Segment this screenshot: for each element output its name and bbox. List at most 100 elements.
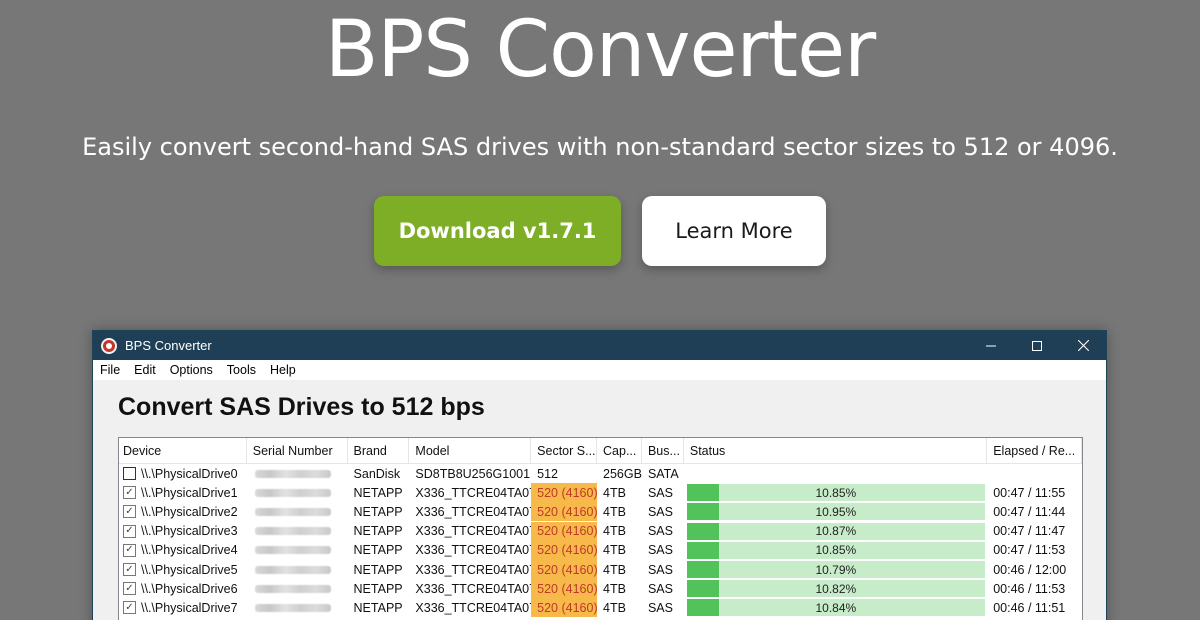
device-name: \\.\PhysicalDrive1 bbox=[141, 485, 238, 500]
device-name: \\.\PhysicalDrive4 bbox=[141, 543, 238, 558]
sector-cell: 520 (4160) bbox=[531, 540, 598, 560]
table-row[interactable]: ✓ \\.\PhysicalDrive4 NETAPP X336_TTCRE04TA0… bbox=[119, 540, 1082, 560]
status-cell: 10.82% bbox=[684, 579, 987, 598]
brand-cell: NETAPP bbox=[353, 524, 403, 539]
menu-bar: File Edit Options Tools Help bbox=[93, 360, 1106, 380]
device-cell: ✓ \\.\PhysicalDrive1 bbox=[119, 483, 247, 502]
sector-size-warning: 520 (4160) bbox=[531, 579, 598, 599]
table-row[interactable]: ✓ \\.\PhysicalDrive6 NETAPP X336_TTCRE04TA0… bbox=[119, 579, 1082, 599]
column-header-model[interactable]: Model bbox=[409, 438, 532, 464]
menu-file[interactable]: File bbox=[100, 363, 120, 377]
sector-size-warning: 520 (4160) bbox=[531, 483, 598, 503]
drive-checkbox[interactable]: ✓ bbox=[123, 563, 136, 577]
redacted-serial bbox=[254, 507, 331, 516]
drive-checkbox[interactable]: ✓ bbox=[123, 505, 136, 519]
redacted-serial bbox=[254, 488, 331, 497]
brand-cell: NETAPP bbox=[353, 485, 403, 500]
menu-tools[interactable]: Tools bbox=[227, 363, 256, 377]
sector-size-warning: 520 (4160) bbox=[531, 521, 598, 541]
elapsed-cell: 00:46 / 11:53 bbox=[993, 581, 1066, 596]
drive-checkbox[interactable]: ✓ bbox=[123, 486, 136, 500]
capacity-cell: 4TB bbox=[603, 600, 626, 615]
bus-cell: SAS bbox=[647, 600, 673, 615]
sector-size-value: 512 bbox=[537, 466, 559, 481]
serial-cell bbox=[247, 483, 348, 502]
progress-bar: 10.85% bbox=[686, 484, 985, 502]
table-row[interactable]: ✓ \\.\PhysicalDrive2 NETAPP X336_TTCRE04TA0… bbox=[119, 502, 1082, 522]
window-titlebar[interactable]: BPS Converter bbox=[93, 331, 1106, 360]
redacted-serial bbox=[254, 527, 331, 536]
elapsed-cell: 00:46 / 11:51 bbox=[993, 600, 1066, 615]
minimize-icon[interactable] bbox=[968, 331, 1014, 360]
device-cell: \\.\PhysicalDrive0 bbox=[119, 464, 247, 483]
progress-bar: 10.95% bbox=[686, 503, 985, 521]
device-name: \\.\PhysicalDrive3 bbox=[141, 524, 238, 539]
column-header-elapsed[interactable]: Elapsed / Re... bbox=[987, 438, 1083, 464]
brand-cell: SanDisk bbox=[353, 466, 401, 481]
capacity-cell: 4TB bbox=[603, 543, 626, 558]
bus-cell: SATA bbox=[647, 466, 679, 481]
column-header-status[interactable]: Status bbox=[684, 438, 988, 464]
sector-cell: 520 (4160) bbox=[531, 598, 598, 618]
maximize-icon[interactable] bbox=[1014, 331, 1060, 360]
menu-options[interactable]: Options bbox=[170, 363, 213, 377]
status-cell: 10.95% bbox=[684, 502, 987, 521]
table-row[interactable]: ✓ \\.\PhysicalDrive7 NETAPP X336_TTCRE04TA0… bbox=[119, 598, 1082, 618]
column-header-device[interactable]: Device bbox=[119, 438, 247, 464]
bus-cell: SAS bbox=[647, 543, 673, 558]
capacity-cell: 256GB bbox=[603, 466, 642, 481]
brand-cell: NETAPP bbox=[353, 600, 403, 615]
device-cell: ✓ \\.\PhysicalDrive6 bbox=[119, 579, 247, 598]
column-header-capacity[interactable]: Cap... bbox=[597, 438, 642, 464]
elapsed-cell: 00:47 / 11:44 bbox=[993, 504, 1066, 519]
bus-cell: SAS bbox=[647, 562, 673, 577]
menu-help[interactable]: Help bbox=[270, 363, 296, 377]
drive-checkbox[interactable]: ✓ bbox=[123, 524, 136, 538]
drive-checkbox[interactable] bbox=[123, 467, 136, 481]
progress-bar-label: 10.95% bbox=[815, 504, 857, 519]
sector-size-warning: 520 (4160) bbox=[531, 540, 598, 560]
elapsed-cell: 00:46 / 12:00 bbox=[993, 562, 1067, 577]
model-cell: X336_TTCRE04TA07 bbox=[415, 543, 532, 558]
device-cell: ✓ \\.\PhysicalDrive2 bbox=[119, 502, 247, 521]
column-header-bus[interactable]: Bus... bbox=[642, 438, 684, 464]
table-row[interactable]: ✓ \\.\PhysicalDrive5 NETAPP X336_TTCRE04TA0… bbox=[119, 560, 1082, 580]
close-icon[interactable] bbox=[1060, 331, 1106, 360]
progress-bar: 10.84% bbox=[686, 599, 985, 617]
table-header: Device Serial Number Brand Model Sector … bbox=[119, 438, 1083, 464]
progress-bar-label: 10.84% bbox=[815, 600, 857, 615]
table-row[interactable]: \\.\PhysicalDrive0 SanDisk SD8TB8U256G1001… bbox=[119, 464, 1082, 483]
sector-size-warning: 520 (4160) bbox=[531, 598, 598, 618]
column-header-serial[interactable]: Serial Number bbox=[247, 438, 348, 464]
progress-bar: 10.85% bbox=[686, 541, 985, 559]
model-cell: X336_TTCRE04TA07 bbox=[415, 581, 532, 596]
redacted-serial bbox=[254, 469, 331, 478]
serial-cell bbox=[247, 502, 348, 521]
column-header-brand[interactable]: Brand bbox=[348, 438, 410, 464]
progress-bar: 10.87% bbox=[686, 522, 985, 540]
status-cell: 10.84% bbox=[684, 598, 987, 617]
download-button[interactable]: Download v1.7.1 bbox=[374, 196, 621, 266]
menu-edit[interactable]: Edit bbox=[134, 363, 156, 377]
app-window: BPS Converter File Edit Options Tools He… bbox=[92, 330, 1107, 620]
device-name: \\.\PhysicalDrive5 bbox=[141, 562, 238, 577]
window-title: BPS Converter bbox=[125, 338, 212, 353]
drive-checkbox[interactable]: ✓ bbox=[123, 582, 136, 596]
serial-cell bbox=[247, 598, 348, 617]
column-header-sector-size[interactable]: Sector S... bbox=[531, 438, 598, 464]
learn-more-button[interactable]: Learn More bbox=[642, 196, 826, 266]
progress-bar-label: 10.79% bbox=[815, 562, 857, 577]
bus-cell: SAS bbox=[647, 524, 673, 539]
drive-checkbox[interactable]: ✓ bbox=[123, 601, 136, 615]
table-row[interactable]: ✓ \\.\PhysicalDrive1 NETAPP X336_TTCRE04TA0… bbox=[119, 483, 1082, 503]
sector-cell: 520 (4160) bbox=[531, 483, 598, 503]
progress-bar-label: 10.87% bbox=[815, 524, 857, 539]
table-row[interactable]: ✓ \\.\PhysicalDrive3 NETAPP X336_TTCRE04TA0… bbox=[119, 521, 1082, 541]
device-cell: ✓ \\.\PhysicalDrive5 bbox=[119, 560, 247, 579]
drive-checkbox[interactable]: ✓ bbox=[123, 543, 136, 557]
progress-bar: 10.79% bbox=[686, 561, 985, 579]
bus-cell: SAS bbox=[647, 581, 673, 596]
capacity-cell: 4TB bbox=[603, 562, 626, 577]
progress-bar-label: 10.85% bbox=[815, 543, 857, 558]
elapsed-cell: 00:47 / 11:47 bbox=[993, 524, 1066, 539]
